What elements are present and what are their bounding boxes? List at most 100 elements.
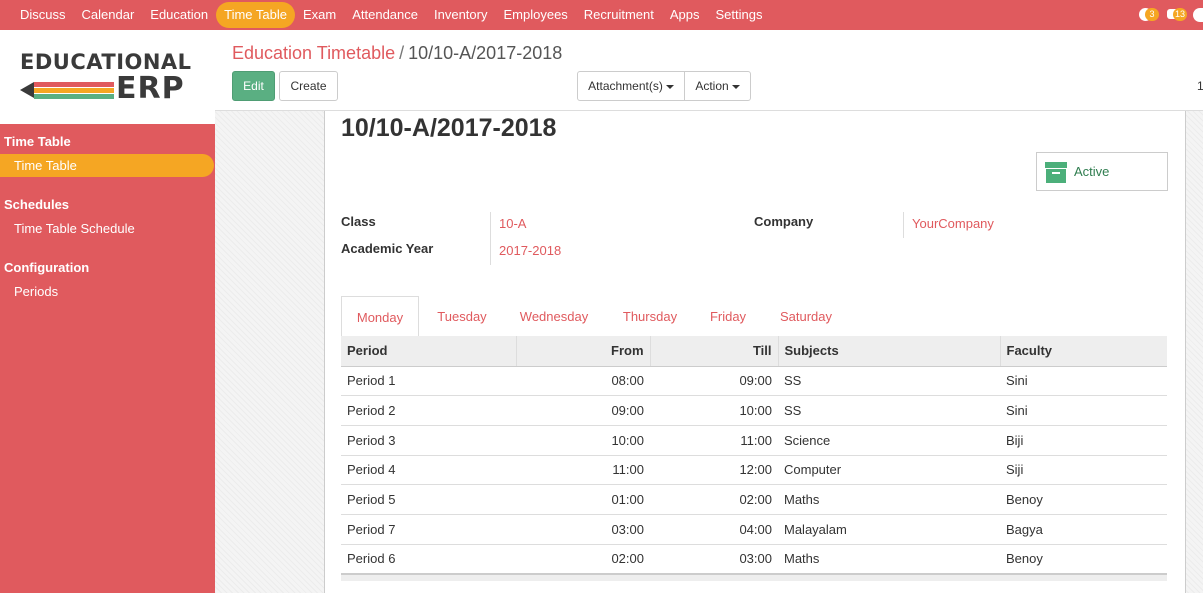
from-cell: 03:00: [516, 514, 650, 545]
subject-cell: Computer: [778, 455, 1000, 486]
period-cell: Period 2: [341, 395, 516, 426]
archive-icon: [1045, 162, 1067, 183]
table-row[interactable]: Period 4 11:00 12:00 Computer Siji: [341, 455, 1167, 486]
active-toggle-button[interactable]: Active: [1036, 152, 1168, 191]
caret-down-icon: [665, 84, 674, 89]
subject-cell: Malayalam: [778, 514, 1000, 545]
menu-calendar[interactable]: Calendar: [74, 2, 143, 28]
menu-time-table[interactable]: Time Table: [216, 2, 295, 28]
tab-monday[interactable]: Monday: [341, 296, 419, 338]
top-navbar: Discuss Calendar Education Time Table Ex…: [0, 0, 1203, 30]
activity-count-badge: 3: [1145, 8, 1159, 21]
subject-cell: Maths: [778, 544, 1000, 575]
tab-wednesday[interactable]: Wednesday: [509, 296, 599, 337]
tab-thursday[interactable]: Thursday: [611, 296, 689, 337]
logo-text-erp: ERP: [116, 71, 185, 106]
academic-year-label: Academic Year: [341, 241, 434, 256]
menu-recruitment[interactable]: Recruitment: [576, 2, 662, 28]
activity-notification[interactable]: 3: [1133, 0, 1161, 30]
period-cell: Period 3: [341, 425, 516, 456]
subject-cell: SS: [778, 395, 1000, 426]
action-dropdown[interactable]: Action: [684, 71, 751, 101]
breadcrumb-separator: /: [399, 43, 405, 63]
table-footer: [341, 573, 1167, 581]
menu-discuss[interactable]: Discuss: [12, 2, 74, 28]
app-logo: EDUCATIONAL ERP: [0, 30, 215, 124]
record-title: 10/10-A/2017-2018: [341, 114, 557, 142]
menu-employees[interactable]: Employees: [495, 2, 575, 28]
faculty-cell: Benoy: [1000, 484, 1167, 515]
from-cell: 09:00: [516, 395, 650, 426]
attachments-dropdown[interactable]: Attachment(s): [577, 71, 685, 101]
faculty-cell: Sini: [1000, 366, 1167, 397]
till-cell: 03:00: [650, 544, 778, 575]
tab-saturday[interactable]: Saturday: [769, 296, 843, 337]
edit-button[interactable]: Edit: [232, 71, 275, 101]
till-cell: 09:00: [650, 366, 778, 397]
table-row[interactable]: Period 6 02:00 03:00 Maths Benoy: [341, 544, 1167, 575]
create-button[interactable]: Create: [279, 71, 338, 101]
table-header-row: Period From Till Subjects Faculty: [341, 336, 1167, 367]
message-count-badge: 13: [1173, 8, 1188, 21]
till-cell: 10:00: [650, 395, 778, 426]
sidebar-section-time-table: Time Table: [4, 134, 71, 149]
from-cell: 02:00: [516, 544, 650, 575]
systray: 3 13: [1133, 0, 1203, 30]
from-cell: 11:00: [516, 455, 650, 486]
menu-inventory[interactable]: Inventory: [426, 2, 495, 28]
period-cell: Period 5: [341, 484, 516, 515]
class-value-link[interactable]: 10-A: [499, 216, 526, 231]
menu-settings[interactable]: Settings: [708, 2, 771, 28]
field-divider: [903, 212, 904, 238]
breadcrumb-parent-link[interactable]: Education Timetable: [232, 43, 395, 63]
period-cell: Period 1: [341, 366, 516, 397]
menu-education[interactable]: Education: [142, 2, 216, 28]
attachments-label: Attachment(s): [588, 79, 663, 93]
company-value-link[interactable]: YourCompany: [912, 216, 994, 231]
till-cell: 04:00: [650, 514, 778, 545]
faculty-cell: Siji: [1000, 455, 1167, 486]
breadcrumb: Education Timetable/10/10-A/2017-2018: [232, 43, 562, 64]
subject-cell: Maths: [778, 484, 1000, 515]
user-avatar[interactable]: [1193, 8, 1203, 22]
table-row[interactable]: Period 3 10:00 11:00 Science Biji: [341, 425, 1167, 456]
column-header-period[interactable]: Period: [341, 336, 516, 367]
sidebar-section-schedules: Schedules: [4, 197, 70, 212]
weekday-tabs: Monday Tuesday Wednesday Thursday Friday…: [341, 296, 1167, 338]
sidebar-item-periods[interactable]: Periods: [0, 280, 215, 303]
sidebar-item-time-table-schedule[interactable]: Time Table Schedule: [0, 217, 215, 240]
menu-exam[interactable]: Exam: [295, 2, 344, 28]
column-header-till[interactable]: Till: [649, 336, 778, 367]
faculty-cell: Biji: [1000, 425, 1167, 456]
table-row[interactable]: Period 7 03:00 04:00 Malayalam Bagya: [341, 514, 1167, 545]
period-cell: Period 7: [341, 514, 516, 545]
sidebar: EDUCATIONAL ERP Time Table Time Table Sc…: [0, 30, 215, 593]
company-label: Company: [754, 214, 814, 229]
tab-friday[interactable]: Friday: [697, 296, 759, 337]
table-row[interactable]: Period 1 08:00 09:00 SS Sini: [341, 366, 1167, 397]
till-cell: 02:00: [650, 484, 778, 515]
column-header-faculty[interactable]: Faculty: [999, 336, 1167, 367]
table-row[interactable]: Period 2 09:00 10:00 SS Sini: [341, 395, 1167, 426]
messaging-notification[interactable]: 13: [1161, 0, 1189, 30]
faculty-cell: Sini: [1000, 395, 1167, 426]
academic-year-value-link[interactable]: 2017-2018: [499, 243, 561, 258]
tab-tuesday[interactable]: Tuesday: [423, 296, 501, 337]
timetable-grid: Period From Till Subjects Faculty Period…: [341, 336, 1167, 575]
menu-attendance[interactable]: Attendance: [344, 2, 426, 28]
faculty-cell: Benoy: [1000, 544, 1167, 575]
column-header-from[interactable]: From: [515, 336, 650, 367]
from-cell: 01:00: [516, 484, 650, 515]
field-divider: [490, 212, 491, 265]
table-row[interactable]: Period 5 01:00 02:00 Maths Benoy: [341, 484, 1167, 515]
from-cell: 10:00: [516, 425, 650, 456]
active-status-label: Active: [1074, 164, 1110, 179]
till-cell: 11:00: [650, 425, 778, 456]
menu-apps[interactable]: Apps: [662, 2, 708, 28]
sidebar-item-time-table[interactable]: Time Table: [0, 154, 214, 177]
breadcrumb-current: 10/10-A/2017-2018: [408, 43, 563, 63]
from-cell: 08:00: [516, 366, 650, 397]
column-header-subjects[interactable]: Subjects: [777, 336, 1000, 367]
pager-value[interactable]: 1: [1197, 79, 1203, 93]
class-label: Class: [341, 214, 376, 229]
